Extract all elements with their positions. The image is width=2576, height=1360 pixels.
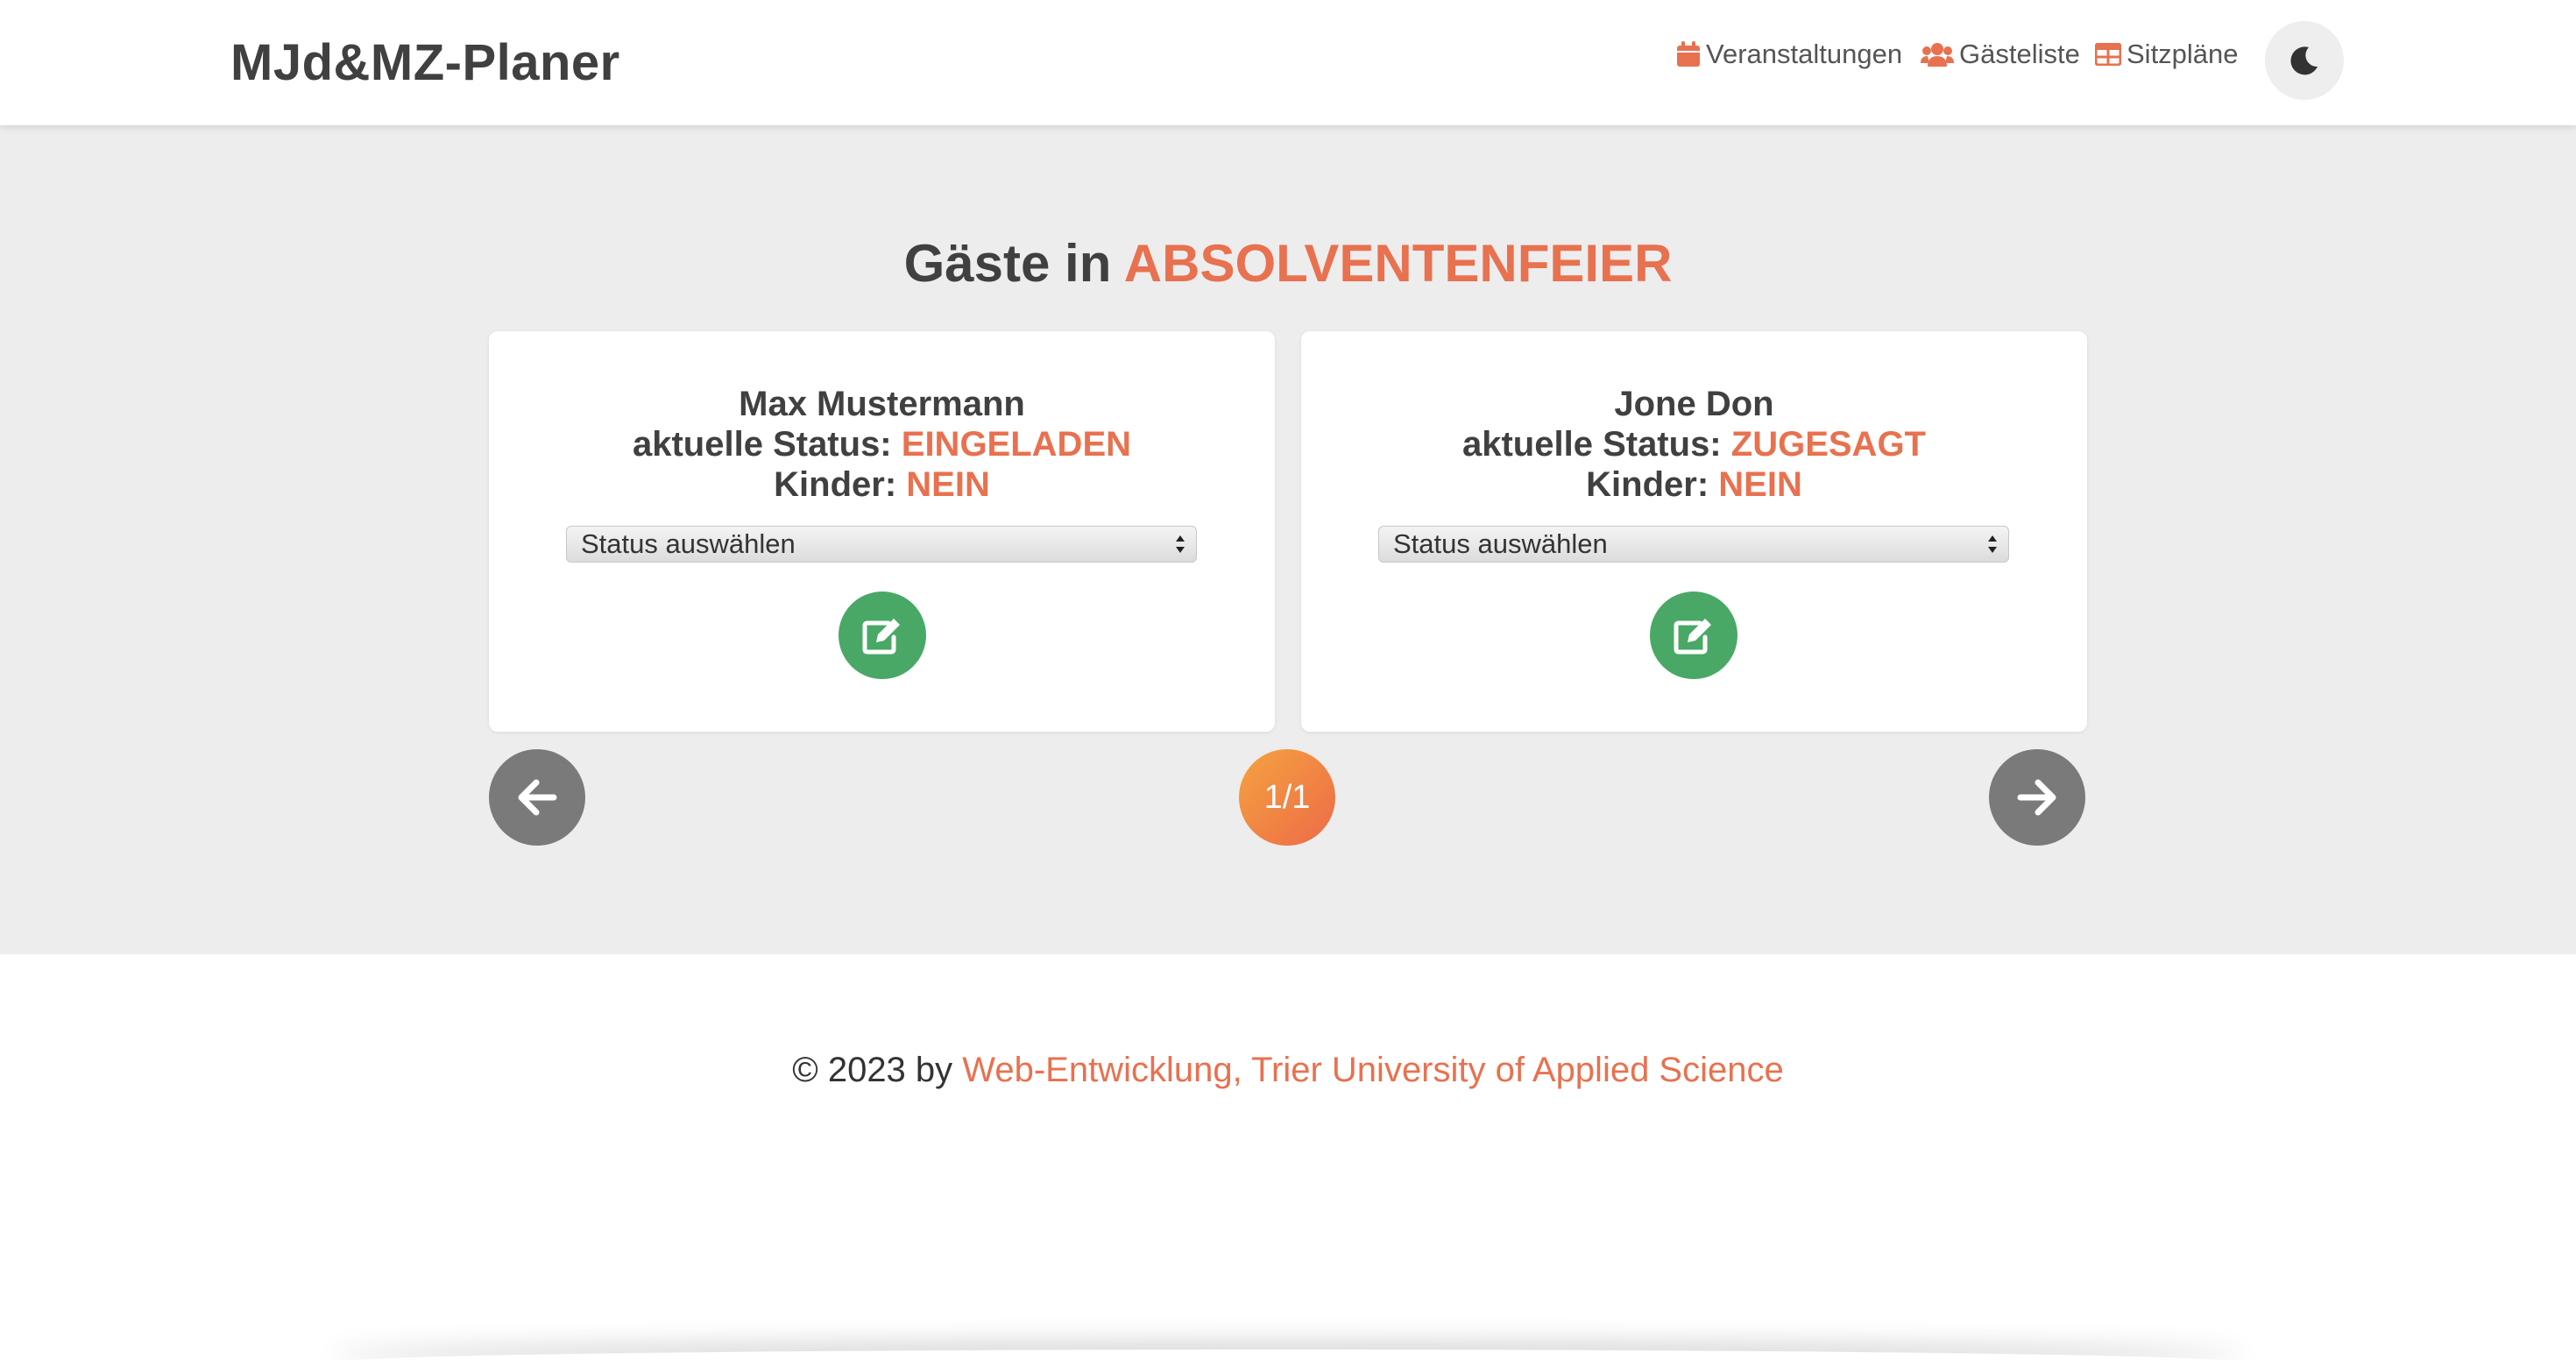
footer-link[interactable]: Web-Entwicklung, Trier University of App…: [962, 1051, 1783, 1089]
status-select[interactable]: Status auswählen: [1378, 526, 2009, 563]
nav-seating[interactable]: Sitzpläne: [2095, 39, 2239, 70]
nav-guests[interactable]: Gästeliste: [1921, 39, 2080, 70]
nav-events-label: Veranstaltungen: [1706, 39, 1903, 69]
footer-copyright: © 2023 by Web-Entwicklung, Trier Univers…: [0, 1051, 2576, 1090]
guest-children-line: Kinder: NEIN: [1301, 464, 2087, 505]
status-label: aktuelle Status:: [632, 425, 892, 464]
page-title: Gäste in ABSOLVENTENFEIER: [0, 233, 2576, 294]
calendar-icon: [1677, 41, 1700, 67]
guest-card: Jone Don aktuelle Status: ZUGESAGT Kinde…: [1301, 331, 2087, 732]
children-label: Kinder:: [1586, 465, 1709, 504]
moon-icon: [2290, 46, 2318, 75]
nav-guests-label: Gästeliste: [1959, 39, 2080, 69]
guest-children-line: Kinder: NEIN: [489, 464, 1275, 505]
status-value: ZUGESAGT: [1730, 425, 1926, 464]
brand-title[interactable]: MJd&MZ-Planer: [230, 33, 620, 92]
children-value: NEIN: [1718, 465, 1802, 504]
guest-card: Max Mustermann aktuelle Status: EINGELAD…: [489, 331, 1275, 732]
arrow-left-icon: [518, 779, 557, 816]
status-value: EINGELADEN: [901, 425, 1132, 464]
select-arrows-icon: [1176, 535, 1185, 553]
status-select[interactable]: Status auswählen: [566, 526, 1197, 563]
table-icon: [2095, 43, 2121, 66]
edit-icon: [1674, 619, 1711, 655]
guest-status-line: aktuelle Status: EINGELADEN: [489, 424, 1275, 464]
theme-toggle-button[interactable]: [2265, 21, 2344, 100]
copyright-text: © 2023 by: [792, 1051, 953, 1089]
footer: © 2023 by Web-Entwicklung, Trier Univers…: [0, 954, 2576, 1360]
nav-seating-label: Sitzpläne: [2127, 39, 2239, 69]
nav-events[interactable]: Veranstaltungen: [1676, 39, 1902, 70]
status-label: aktuelle Status:: [1461, 425, 1722, 464]
guest-status-line: aktuelle Status: ZUGESAGT: [1301, 424, 2087, 464]
previous-page-button[interactable]: [489, 749, 585, 846]
page-indicator: 1/1: [1239, 749, 1335, 846]
edit-guest-button[interactable]: [839, 591, 926, 679]
status-select-value: Status auswählen: [581, 528, 796, 559]
event-name: ABSOLVENTENFEIER: [1123, 234, 1673, 293]
users-icon: [1921, 43, 1954, 67]
guest-name: Max Mustermann: [739, 385, 1025, 423]
arrow-right-icon: [2017, 779, 2056, 816]
top-navbar: MJd&MZ-Planer Veranstaltungen Gästeliste…: [0, 0, 2576, 125]
children-label: Kinder:: [774, 465, 897, 504]
edit-guest-button[interactable]: [1650, 591, 1737, 679]
title-prefix: Gäste in: [903, 234, 1112, 293]
select-arrows-icon: [1988, 535, 1997, 553]
guest-list-section: Gäste in ABSOLVENTENFEIER Max Mustermann…: [0, 125, 2576, 954]
children-value: NEIN: [906, 465, 990, 504]
status-select-value: Status auswählen: [1393, 528, 1608, 559]
next-page-button[interactable]: [1989, 749, 2085, 846]
edit-icon: [862, 619, 900, 655]
guest-name: Jone Don: [1614, 385, 1774, 423]
